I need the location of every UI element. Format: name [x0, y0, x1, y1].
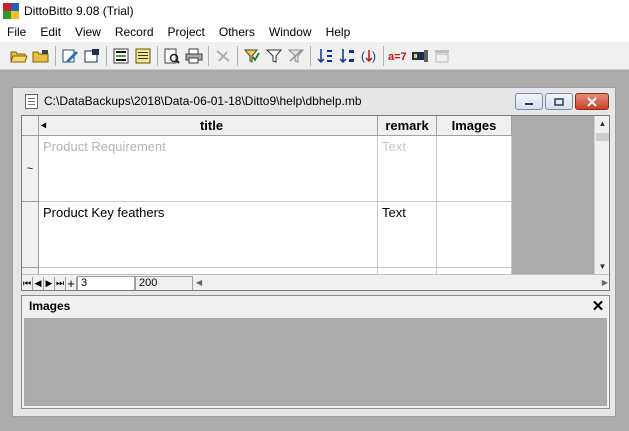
- scroll-thumb[interactable]: [596, 133, 609, 141]
- clear-filter-icon[interactable]: [285, 45, 307, 67]
- svg-text:(: (: [361, 49, 365, 63]
- menu-help[interactable]: Help: [319, 25, 358, 39]
- row-indicator[interactable]: ~: [22, 136, 39, 202]
- svg-text:): ): [372, 49, 376, 63]
- table-cell-remark[interactable]: Text: [378, 136, 437, 202]
- record-count: 200: [135, 275, 193, 290]
- close-icon: [587, 96, 597, 107]
- menu-view[interactable]: View: [68, 25, 108, 39]
- record-navigator: ⏮ ◀ ▶ ⏭ + 3 200 ◀ ▶: [22, 274, 609, 290]
- svg-text:a=7: a=7: [388, 51, 407, 63]
- table-cell-remark[interactable]: Text: [378, 202, 437, 268]
- images-preview-area[interactable]: [24, 318, 607, 406]
- toolbar-separator: [55, 45, 56, 66]
- toolbar-separator: [208, 45, 209, 66]
- toolbar-separator: [237, 45, 238, 66]
- notes-icon[interactable]: [132, 45, 154, 67]
- grid-empty-area: [512, 116, 594, 274]
- next-record-icon[interactable]: ▶: [44, 276, 55, 290]
- column-header-remark[interactable]: remark: [378, 116, 437, 136]
- replace-icon[interactable]: a=7: [387, 45, 409, 67]
- close-button[interactable]: [575, 93, 609, 110]
- window-controls: [515, 93, 609, 110]
- last-record-icon[interactable]: ⏭: [55, 276, 66, 290]
- column-header-title[interactable]: ◂ title: [39, 116, 378, 136]
- document-path: C:\DataBackups\2018\Data-06-01-18\Ditto9…: [44, 94, 362, 108]
- images-close-icon[interactable]: ✕: [590, 297, 606, 315]
- menu-file[interactable]: File: [0, 25, 33, 39]
- print-preview-icon[interactable]: [161, 45, 183, 67]
- edit-icon[interactable]: [59, 45, 81, 67]
- menu-others[interactable]: Others: [212, 25, 262, 39]
- add-record-icon[interactable]: +: [66, 276, 77, 290]
- restore-button[interactable]: [545, 93, 573, 110]
- app-titlebar: DittoBitto 9.08 (Trial): [0, 0, 629, 22]
- sort-custom-icon[interactable]: (): [358, 45, 380, 67]
- images-panel-label: Images: [29, 299, 71, 313]
- minimize-button[interactable]: [515, 93, 543, 110]
- grid-corner: [22, 116, 39, 136]
- folder-icon[interactable]: [30, 45, 52, 67]
- menu-edit[interactable]: Edit: [33, 25, 68, 39]
- menu-record[interactable]: Record: [108, 25, 161, 39]
- list-icon[interactable]: [110, 45, 132, 67]
- sort-ascending-icon[interactable]: [314, 45, 336, 67]
- toolbar-separator: [310, 45, 311, 66]
- first-record-icon[interactable]: ⏮: [22, 276, 33, 290]
- scroll-up-icon[interactable]: ▲: [595, 116, 609, 131]
- vertical-scrollbar[interactable]: ▲ ▼: [594, 116, 609, 274]
- table-cell-title[interactable]: Product Key feathers: [39, 202, 378, 268]
- document-icon: [25, 93, 38, 109]
- settings-icon[interactable]: [81, 45, 103, 67]
- toolbar-separator: [106, 45, 107, 66]
- app-title: DittoBitto 9.08 (Trial): [24, 4, 134, 18]
- table-cell-title[interactable]: Product Requirement: [39, 136, 378, 202]
- filter-check-icon[interactable]: [241, 45, 263, 67]
- table-cell-images[interactable]: [437, 136, 512, 202]
- column-header-title-label: title: [199, 118, 224, 133]
- toolbar-separator: [157, 45, 158, 66]
- menu-bar: File Edit View Record Project Others Win…: [0, 22, 629, 42]
- open-folder-icon[interactable]: [8, 45, 30, 67]
- current-record-field[interactable]: 3: [77, 275, 135, 290]
- data-grid: ◂ title remark Images ~ Product Requirem…: [21, 115, 610, 291]
- document-titlebar: C:\DataBackups\2018\Data-06-01-18\Ditto9…: [13, 88, 615, 114]
- row-indicator[interactable]: [22, 202, 39, 268]
- document-window: C:\DataBackups\2018\Data-06-01-18\Ditto9…: [12, 87, 616, 417]
- images-panel: Images ✕: [21, 295, 610, 409]
- toolbar: () a=7: [0, 42, 629, 70]
- restore-icon: [554, 97, 564, 106]
- disabled-panel-icon[interactable]: [431, 45, 453, 67]
- prev-record-icon[interactable]: ◀: [33, 276, 44, 290]
- toolbar-separator: [383, 45, 384, 66]
- menu-window[interactable]: Window: [262, 25, 319, 39]
- table-cell-images[interactable]: [437, 202, 512, 268]
- images-panel-header: Images ✕: [22, 296, 609, 316]
- column-header-images[interactable]: Images: [437, 116, 512, 136]
- minimize-icon: [525, 102, 533, 105]
- scroll-down-icon[interactable]: ▼: [595, 259, 609, 274]
- disabled-tool-icon[interactable]: [212, 45, 234, 67]
- tools-icon[interactable]: [409, 45, 431, 67]
- sort-descending-icon[interactable]: [336, 45, 358, 67]
- print-icon[interactable]: [183, 45, 205, 67]
- horizontal-scrollbar[interactable]: ◀ ▶: [193, 275, 609, 290]
- app-icon: [3, 3, 19, 19]
- menu-project[interactable]: Project: [161, 25, 212, 39]
- scroll-left-arrow-icon[interactable]: ◀: [196, 278, 202, 287]
- filter-icon[interactable]: [263, 45, 285, 67]
- scroll-right-arrow-icon[interactable]: ▶: [602, 278, 608, 287]
